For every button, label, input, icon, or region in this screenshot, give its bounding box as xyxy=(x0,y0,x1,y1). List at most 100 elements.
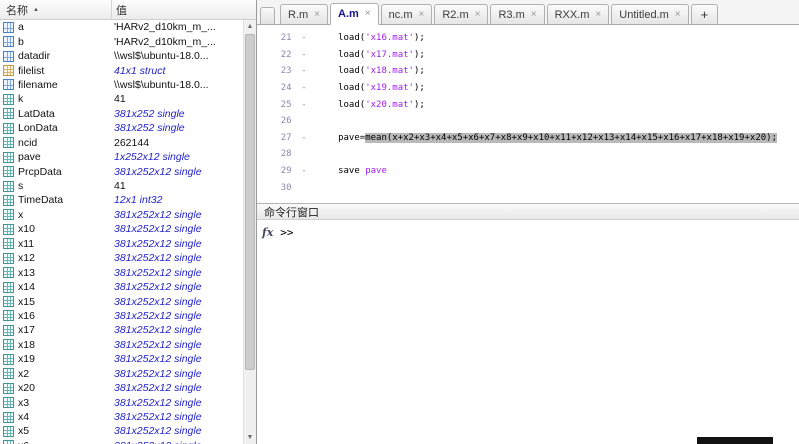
code-editor[interactable]: 21 - load('x16.mat'); 22 - load('x17.mat… xyxy=(257,25,799,203)
line-number: 26 xyxy=(257,116,297,126)
code-line: 27 - pave=mean(x+x2+x3+x4+x5+x6+x7+x8+x9… xyxy=(257,130,799,147)
workspace-variable-row[interactable]: x16 381x252x12 single xyxy=(0,309,243,323)
editor-tab[interactable]: RXX.m × xyxy=(547,4,610,24)
variable-name: x12 xyxy=(18,252,114,264)
workspace-variable-row[interactable]: LatData 381x252 single xyxy=(0,107,243,121)
workspace-variable-row[interactable]: x15 381x252x12 single xyxy=(0,294,243,308)
variable-type-icon xyxy=(3,137,14,148)
variable-type-icon xyxy=(3,36,14,47)
scroll-down-icon[interactable]: ▼ xyxy=(244,431,256,444)
breakpoint-dash[interactable]: - xyxy=(297,50,311,60)
close-tab-icon[interactable]: × xyxy=(675,10,681,20)
variable-value: 12x1 int32 xyxy=(114,194,243,206)
workspace-panel: 名称 ▲ 值 a 'HARv2_d10km_m_... b 'HARv2_d10… xyxy=(0,0,257,444)
variable-type-icon xyxy=(3,412,14,423)
close-tab-icon[interactable]: × xyxy=(531,10,537,20)
variable-name: datadir xyxy=(18,50,114,62)
code-text: load('x19.mat'); xyxy=(311,83,425,93)
editor-tab[interactable]: A.m × xyxy=(330,3,379,25)
close-tab-icon[interactable]: × xyxy=(365,9,371,19)
variable-name: ncid xyxy=(18,137,114,149)
workspace-variable-row[interactable]: LonData 381x252 single xyxy=(0,121,243,135)
command-window[interactable]: fx >> xyxy=(257,220,799,444)
breakpoint-dash[interactable]: - xyxy=(297,133,311,143)
workspace-variable-row[interactable]: x14 381x252x12 single xyxy=(0,280,243,294)
code-token: pave xyxy=(365,166,387,176)
code-token: ); xyxy=(414,66,425,76)
workspace-rows: a 'HARv2_d10km_m_... b 'HARv2_d10km_m_..… xyxy=(0,20,243,444)
workspace-variable-row[interactable]: x3 381x252x12 single xyxy=(0,395,243,409)
variable-name: x18 xyxy=(18,339,114,351)
close-tab-icon[interactable]: × xyxy=(314,10,320,20)
workspace-variable-row[interactable]: x20 381x252x12 single xyxy=(0,381,243,395)
workspace-variable-row[interactable]: x11 381x252x12 single xyxy=(0,237,243,251)
code-line: 25 - load('x20.mat'); xyxy=(257,96,799,113)
close-tab-icon[interactable]: × xyxy=(418,10,424,20)
workspace-variable-row[interactable]: a 'HARv2_d10km_m_... xyxy=(0,20,243,34)
workspace-variable-row[interactable]: x12 381x252x12 single xyxy=(0,251,243,265)
workspace-variable-row[interactable]: k 41 xyxy=(0,92,243,106)
variable-value: 41 xyxy=(114,180,243,192)
workspace-variable-row[interactable]: x2 381x252x12 single xyxy=(0,367,243,381)
close-tab-icon[interactable]: × xyxy=(595,10,601,20)
line-number: 24 xyxy=(257,83,297,93)
workspace-variable-row[interactable]: x5 381x252x12 single xyxy=(0,424,243,438)
editor-tab-label: R.m xyxy=(288,9,308,21)
breakpoint-dash[interactable]: - xyxy=(297,33,311,43)
editor-tab[interactable]: nc.m × xyxy=(381,4,433,24)
workspace-variable-row[interactable]: TimeData 12x1 int32 xyxy=(0,193,243,207)
variable-value: 41 xyxy=(114,93,243,105)
tab-stub[interactable] xyxy=(260,7,275,24)
variable-type-icon xyxy=(3,339,14,350)
column-header-name[interactable]: 名称 ▲ xyxy=(0,0,112,19)
variable-type-icon xyxy=(3,22,14,33)
code-token: pave= xyxy=(311,133,365,143)
workspace-variable-row[interactable]: x10 381x252x12 single xyxy=(0,222,243,236)
workspace-variable-row[interactable]: x19 381x252x12 single xyxy=(0,352,243,366)
breakpoint-dash[interactable]: - xyxy=(297,100,311,110)
workspace-variable-row[interactable]: filename \\wsl$\ubuntu-18.0... xyxy=(0,78,243,92)
variable-value: 381x252x12 single xyxy=(114,296,243,308)
column-header-name-label: 名称 xyxy=(6,2,28,18)
workspace-variable-row[interactable]: filelist 41x1 struct xyxy=(0,63,243,77)
workspace-variable-row[interactable]: x 381x252x12 single xyxy=(0,208,243,222)
workspace-variable-row[interactable]: s 41 xyxy=(0,179,243,193)
workspace-variable-row[interactable]: x4 381x252x12 single xyxy=(0,410,243,424)
variable-type-icon xyxy=(3,181,14,192)
variable-value: 381x252x12 single xyxy=(114,411,243,423)
workspace-variable-row[interactable]: PrcpData 381x252x12 single xyxy=(0,164,243,178)
variable-type-icon xyxy=(3,397,14,408)
editor-tab[interactable]: R.m × xyxy=(280,4,328,24)
workspace-variable-row[interactable]: ncid 262144 xyxy=(0,136,243,150)
code-token: 'x19.mat' xyxy=(365,83,414,93)
close-tab-icon[interactable]: × xyxy=(475,10,481,20)
code-line: 29 - save pave xyxy=(257,163,799,180)
variable-name: x19 xyxy=(18,353,114,365)
workspace-variable-row[interactable]: x18 381x252x12 single xyxy=(0,338,243,352)
workspace-scrollbar[interactable]: ▲ ▼ xyxy=(243,20,256,444)
editor-tab[interactable]: R3.m × xyxy=(490,4,544,24)
breakpoint-dash[interactable]: - xyxy=(297,166,311,176)
workspace-variable-row[interactable]: datadir \\wsl$\ubuntu-18.0... xyxy=(0,49,243,63)
workspace-variable-row[interactable]: b 'HARv2_d10km_m_... xyxy=(0,34,243,48)
editor-tab[interactable]: R2.m × xyxy=(434,4,488,24)
editor-tab[interactable]: Untitled.m × xyxy=(611,4,688,24)
workspace-variable-row[interactable]: pave 1x252x12 single xyxy=(0,150,243,164)
workspace-variable-row[interactable]: x17 381x252x12 single xyxy=(0,323,243,337)
breakpoint-dash[interactable]: - xyxy=(297,66,311,76)
command-prompt: >> xyxy=(280,226,293,239)
workspace-variable-row[interactable]: x6 381x252x12 single xyxy=(0,439,243,444)
scroll-up-icon[interactable]: ▲ xyxy=(244,20,256,33)
fx-icon[interactable]: fx xyxy=(262,226,273,239)
breakpoint-dash[interactable]: - xyxy=(297,83,311,93)
variable-name: LonData xyxy=(18,122,114,134)
command-window-header: 命令行窗口 xyxy=(257,203,799,220)
scrollbar-thumb[interactable] xyxy=(245,34,255,370)
column-header-value[interactable]: 值 xyxy=(112,0,256,19)
variable-name: x11 xyxy=(18,238,114,250)
variable-type-icon xyxy=(3,253,14,264)
workspace-variable-row[interactable]: x13 381x252x12 single xyxy=(0,265,243,279)
new-tab-button[interactable]: + xyxy=(691,4,719,24)
code-token: ); xyxy=(414,33,425,43)
variable-name: x17 xyxy=(18,324,114,336)
